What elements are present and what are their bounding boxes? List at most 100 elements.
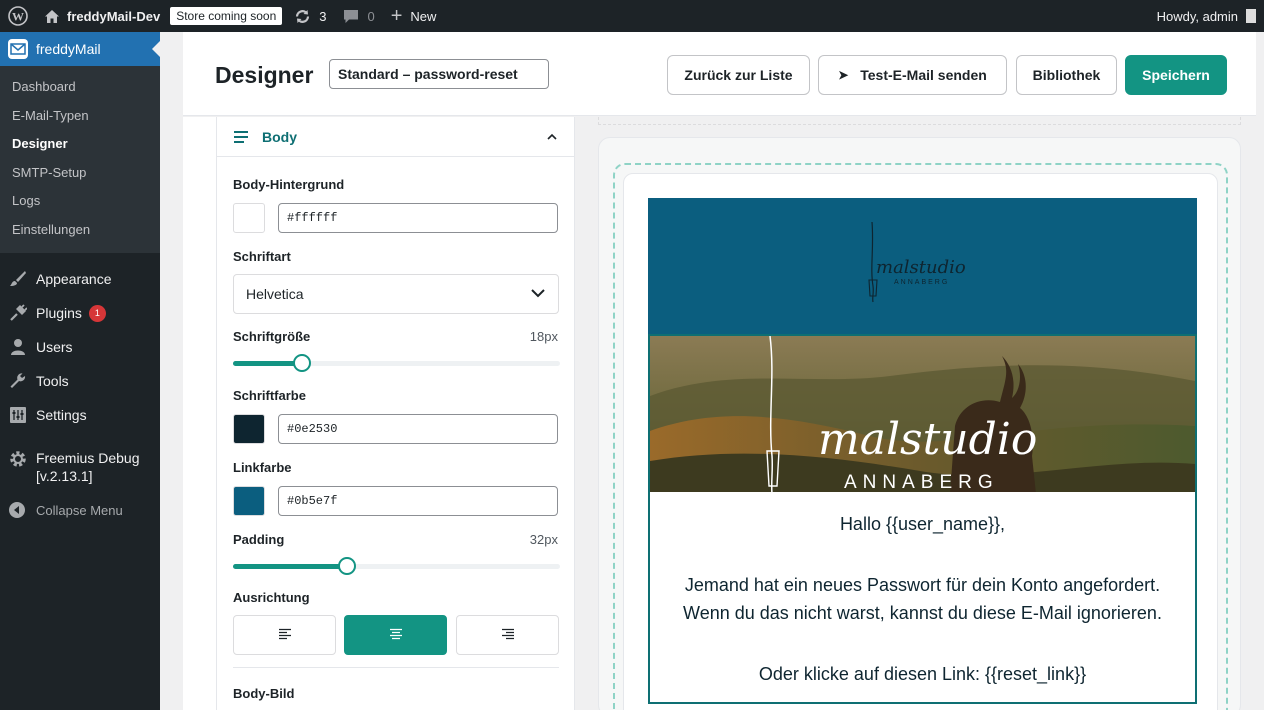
- sidebar-item-plugins[interactable]: Plugins 1: [0, 296, 160, 330]
- body-bg-label: Body-Hintergrund: [233, 177, 345, 192]
- submenu-smtp-setup[interactable]: SMTP-Setup: [0, 159, 160, 188]
- submenu-logs[interactable]: Logs: [0, 187, 160, 216]
- body-section-header[interactable]: Body: [217, 117, 574, 157]
- align-left-button[interactable]: [233, 615, 336, 655]
- align-center-icon: [389, 628, 403, 643]
- previous-block-outline: [598, 117, 1241, 125]
- hero-main-text: malstudio: [818, 414, 1037, 465]
- padding-slider[interactable]: [233, 557, 560, 575]
- freemius-label: Freemius Debug: [36, 450, 140, 466]
- admin-sidebar: freddyMail Dashboard E-Mail-Typen Design…: [0, 32, 160, 710]
- font-color-swatch[interactable]: [233, 414, 265, 444]
- comment-icon: [343, 9, 359, 24]
- site-name-link[interactable]: freddyMail-Dev: [36, 0, 168, 32]
- link-color-swatch[interactable]: [233, 486, 265, 516]
- padding-label: Padding: [233, 532, 285, 547]
- font-size-slider-fill: [233, 361, 302, 366]
- align-center-button[interactable]: [344, 615, 447, 655]
- font-color-label: Schriftfarbe: [233, 388, 306, 403]
- plus-icon: +: [390, 5, 403, 27]
- template-name-input[interactable]: [329, 59, 549, 89]
- link-color-label: Linkfarbe: [233, 460, 292, 475]
- align-right-icon: [501, 628, 515, 643]
- padding-value: 32px: [529, 532, 558, 547]
- sidebar-item-settings[interactable]: Settings: [0, 398, 160, 432]
- font-family-label: Schriftart: [233, 249, 291, 264]
- sidebar-item-users[interactable]: Users: [0, 330, 160, 364]
- site-name: freddyMail-Dev: [67, 8, 161, 24]
- align-right-button[interactable]: [456, 615, 559, 655]
- settings-panel: Body Body-Hintergrund Schriftart Helveti…: [183, 117, 575, 710]
- font-family-select[interactable]: Helvetica: [233, 274, 559, 314]
- freddymail-logo-icon: [8, 39, 28, 59]
- library-button[interactable]: Bibliothek: [1016, 55, 1117, 95]
- comments-count: 0: [367, 8, 375, 24]
- sidebar-item-label: freddyMail: [36, 41, 101, 57]
- body-bg-input[interactable]: [278, 203, 558, 233]
- new-content-link[interactable]: + New: [383, 0, 445, 32]
- link-color-input[interactable]: [278, 486, 558, 516]
- plug-icon: [8, 303, 28, 323]
- paintbrush-icon: [8, 269, 28, 289]
- send-test-email-label: Test-E-Mail senden: [860, 67, 987, 83]
- body-line-1: Jemand hat ein neues Passwort für dein K…: [684, 575, 1161, 595]
- body-bg-swatch[interactable]: [233, 203, 265, 233]
- sidebar-item-label: Settings: [36, 407, 87, 423]
- sidebar-item-freddymail[interactable]: freddyMail: [0, 32, 160, 66]
- wordpress-logo-icon[interactable]: W: [0, 0, 36, 32]
- padding-slider-handle[interactable]: [338, 557, 357, 575]
- freddymail-submenu: Dashboard E-Mail-Typen Designer SMTP-Set…: [0, 66, 160, 253]
- chevron-up-icon[interactable]: [547, 129, 557, 143]
- home-icon: [44, 9, 60, 24]
- send-test-email-button[interactable]: ➤ Test-E-Mail senden: [818, 55, 1007, 95]
- user-icon: [8, 337, 28, 357]
- logo-main-text: malstudio: [876, 257, 966, 278]
- wrench-icon: [8, 371, 28, 391]
- text-lines-icon: [234, 130, 248, 143]
- font-size-slider-handle[interactable]: [292, 354, 311, 372]
- email-header-block[interactable]: malstudio ANNABERG: [648, 198, 1197, 334]
- font-size-slider[interactable]: [233, 354, 560, 372]
- sidebar-item-label: Users: [36, 339, 73, 355]
- email-body-block[interactable]: malstudio ANNABERG Hallo {{user_name}}, …: [648, 334, 1197, 704]
- sidebar-item-freemius-debug[interactable]: Freemius Debug [v.2.13.1]: [0, 441, 160, 493]
- my-account-link[interactable]: Howdy, admin: [1149, 0, 1264, 32]
- refresh-icon: [294, 8, 311, 25]
- new-label: New: [410, 8, 437, 24]
- logo-sub-text: ANNABERG: [894, 279, 949, 286]
- updates-count: 3: [319, 8, 327, 24]
- back-to-list-button[interactable]: Zurück zur Liste: [667, 55, 810, 95]
- section-divider: [233, 667, 559, 668]
- freemius-version: [v.2.13.1]: [36, 468, 93, 484]
- submenu-designer[interactable]: Designer: [0, 130, 160, 159]
- updates-link[interactable]: 3: [286, 0, 334, 32]
- font-family-value: Helvetica: [246, 286, 304, 302]
- submenu-settings[interactable]: Einstellungen: [0, 216, 160, 245]
- sidebar-item-label: Tools: [36, 373, 69, 389]
- comments-link[interactable]: 0: [335, 0, 383, 32]
- malstudio-logo: malstudio ANNABERG: [868, 221, 966, 303]
- designer-header: Designer Zurück zur Liste ➤ Test-E-Mail …: [183, 32, 1259, 116]
- admin-bar: W freddyMail-Dev Store coming soon 3 0 +…: [0, 0, 1264, 32]
- padding-slider-fill: [233, 564, 348, 569]
- font-color-input[interactable]: [278, 414, 558, 444]
- hero-sub-text: ANNABERG: [844, 472, 999, 492]
- settings-icon: [8, 405, 28, 425]
- email-preview-area: malstudio ANNABERG malstudio ANNABERG Ha…: [598, 117, 1241, 710]
- selected-block-outline[interactable]: malstudio ANNABERG malstudio ANNABERG Ha…: [613, 163, 1228, 710]
- reset-link-text[interactable]: Oder klicke auf diesen Link: {{reset_lin…: [650, 664, 1195, 685]
- avatar: [1246, 9, 1256, 23]
- sidebar-item-label: Appearance: [36, 271, 112, 287]
- collapse-menu-button[interactable]: Collapse Menu: [0, 493, 160, 527]
- right-edge: [1256, 32, 1264, 710]
- submenu-dashboard[interactable]: Dashboard: [0, 73, 160, 102]
- sidebar-item-tools[interactable]: Tools: [0, 364, 160, 398]
- sidebar-item-appearance[interactable]: Appearance: [0, 262, 160, 296]
- save-button[interactable]: Speichern: [1125, 55, 1227, 95]
- submenu-email-types[interactable]: E-Mail-Typen: [0, 102, 160, 131]
- align-left-icon: [278, 628, 292, 643]
- svg-text:W: W: [12, 10, 24, 24]
- plugins-update-badge: 1: [88, 304, 106, 322]
- preview-card: malstudio ANNABERG malstudio ANNABERG Ha…: [598, 137, 1241, 710]
- send-arrow-icon: ➤: [838, 68, 849, 82]
